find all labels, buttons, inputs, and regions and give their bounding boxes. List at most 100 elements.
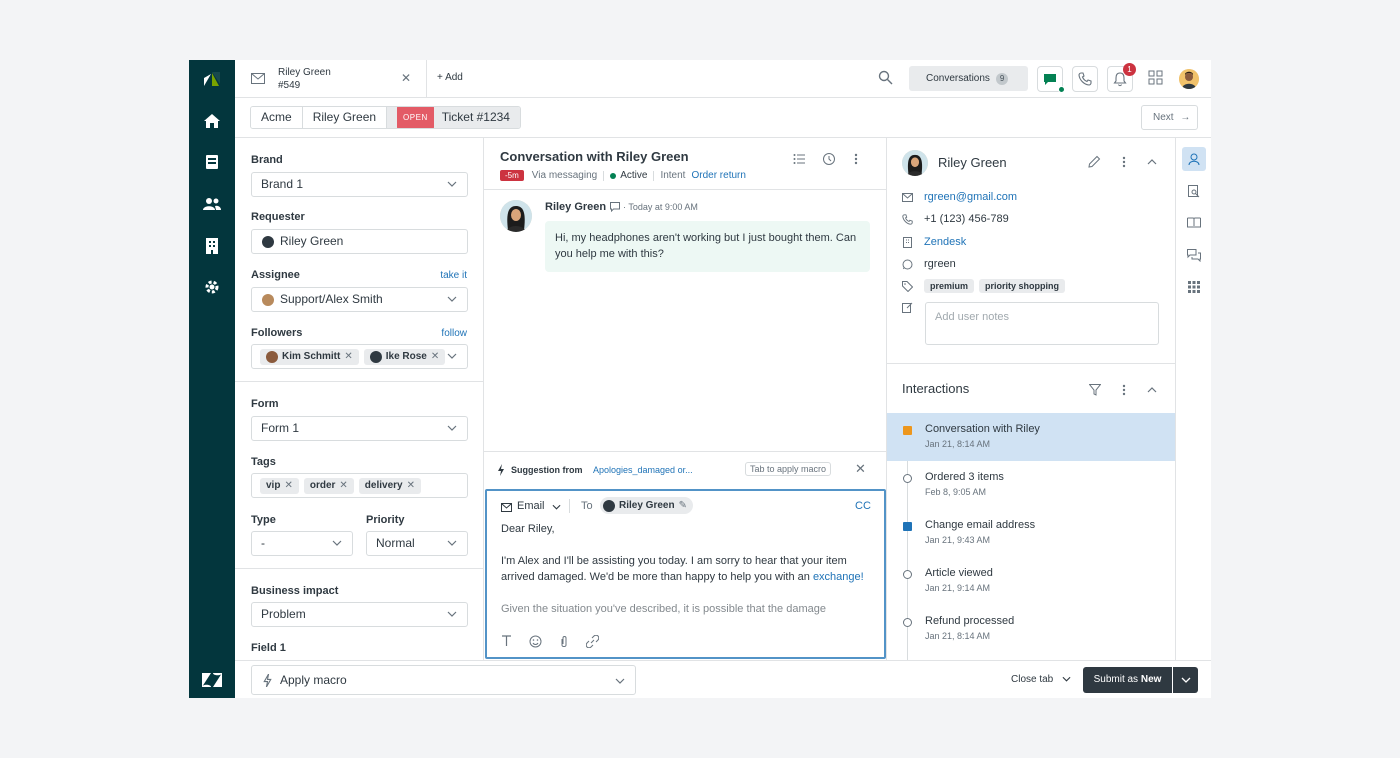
tag-chip[interactable]: order ✕ bbox=[303, 477, 354, 494]
customer-context-button[interactable] bbox=[1182, 147, 1206, 171]
chevron-down-icon bbox=[447, 181, 457, 187]
settings-gear-icon[interactable] bbox=[200, 275, 224, 299]
chevron-up-icon[interactable] bbox=[1147, 387, 1157, 393]
remove-icon[interactable]: ✕ bbox=[431, 345, 439, 368]
interaction-item[interactable]: Refund processed Jan 21, 8:14 AM bbox=[887, 605, 1175, 653]
customer-whatsapp: rgreen bbox=[924, 258, 956, 270]
next-ticket-button[interactable]: Next → bbox=[1141, 105, 1198, 130]
user-notes-input[interactable]: Add user notes bbox=[925, 302, 1159, 345]
type-select[interactable]: - bbox=[251, 531, 353, 556]
recipient-chip[interactable]: Riley Green ✎ bbox=[600, 497, 693, 514]
channel-select[interactable]: Email bbox=[517, 500, 545, 512]
submit-status: New bbox=[1140, 674, 1162, 685]
zendesk-logo-icon[interactable] bbox=[201, 69, 223, 89]
emoji-icon[interactable] bbox=[529, 635, 542, 648]
more-options-icon[interactable] bbox=[1122, 156, 1126, 168]
attachment-icon[interactable] bbox=[559, 635, 569, 648]
conversations-count-badge: 9 bbox=[995, 73, 1009, 85]
reply-composer[interactable]: Email To Riley Green ✎ CC Dear Riley, I'… bbox=[485, 489, 886, 659]
chevron-down-icon[interactable] bbox=[552, 504, 561, 510]
tag-chip[interactable]: vip ✕ bbox=[260, 477, 299, 494]
requester-value: Riley Green bbox=[280, 234, 344, 248]
text-format-icon[interactable] bbox=[501, 635, 512, 647]
history-icon[interactable] bbox=[822, 152, 836, 166]
brand-select[interactable]: Brand 1 bbox=[251, 172, 468, 197]
notes-icon bbox=[902, 302, 913, 313]
breadcrumb-requester[interactable]: Riley Green bbox=[302, 107, 388, 128]
chevron-up-icon[interactable] bbox=[1147, 159, 1157, 165]
suggestion-label: Suggestion from bbox=[511, 465, 583, 475]
side-conversations-button[interactable] bbox=[1182, 243, 1206, 267]
email-icon bbox=[251, 73, 265, 84]
filter-icon[interactable] bbox=[1089, 384, 1101, 396]
cc-button[interactable]: CC bbox=[855, 500, 871, 512]
knowledge-search-button[interactable] bbox=[1182, 179, 1206, 203]
form-select[interactable]: Form 1 bbox=[251, 416, 468, 441]
more-options-icon[interactable] bbox=[1122, 384, 1126, 396]
tags-field[interactable]: vip ✕ order ✕ delivery ✕ bbox=[251, 473, 468, 498]
conversations-button[interactable]: Conversations 9 bbox=[909, 66, 1028, 91]
take-it-link[interactable]: take it bbox=[440, 270, 467, 281]
product-tray-icon[interactable] bbox=[1148, 70, 1163, 85]
chevron-down-icon bbox=[447, 425, 457, 431]
apps-button[interactable] bbox=[1182, 275, 1206, 299]
close-tab-select[interactable]: Close tab bbox=[1011, 674, 1071, 685]
agent-avatar[interactable] bbox=[1179, 69, 1199, 89]
assignee-select[interactable]: Support/Alex Smith bbox=[251, 287, 468, 312]
chevron-down-icon bbox=[615, 678, 625, 684]
interaction-item[interactable]: Change email address Jan 21, 9:43 AM bbox=[887, 509, 1175, 557]
business-impact-select[interactable]: Problem bbox=[251, 602, 468, 627]
submit-button[interactable]: Submit as New bbox=[1083, 667, 1172, 693]
tag-chip[interactable]: delivery ✕ bbox=[358, 477, 421, 494]
event-marker-icon bbox=[903, 474, 912, 483]
remove-icon[interactable]: ✕ bbox=[344, 345, 352, 368]
next-label: Next bbox=[1153, 112, 1174, 123]
edit-pencil-icon[interactable] bbox=[1088, 155, 1101, 168]
home-icon[interactable] bbox=[200, 109, 224, 133]
zendesk-products-icon[interactable] bbox=[200, 668, 224, 692]
knowledge-base-button[interactable] bbox=[1182, 211, 1206, 235]
customer-phone-row: +1 (123) 456-789 bbox=[902, 213, 1009, 225]
phone-button[interactable] bbox=[1072, 66, 1098, 92]
follow-link[interactable]: follow bbox=[441, 328, 467, 339]
link-icon[interactable] bbox=[586, 635, 599, 648]
exchange-link[interactable]: exchange! bbox=[813, 571, 864, 583]
type-label: Type bbox=[251, 514, 276, 526]
edit-pencil-icon[interactable]: ✎ bbox=[679, 500, 687, 511]
remove-icon[interactable]: ✕ bbox=[284, 474, 292, 497]
interaction-item[interactable]: Article viewed Jan 21, 9:14 AM bbox=[887, 557, 1175, 605]
submit-options-button[interactable] bbox=[1173, 667, 1198, 693]
requester-field[interactable]: Riley Green bbox=[251, 229, 468, 254]
apply-macro-select[interactable]: Apply macro bbox=[251, 665, 636, 695]
customer-phone: +1 (123) 456-789 bbox=[924, 213, 1009, 225]
interaction-item[interactable]: Conversation with Riley Jan 21, 8:14 AM bbox=[887, 413, 1175, 461]
customers-icon[interactable] bbox=[200, 192, 224, 216]
dismiss-suggestion-icon[interactable]: ✕ bbox=[855, 461, 866, 477]
list-icon[interactable] bbox=[793, 153, 806, 165]
chevron-down-icon bbox=[447, 353, 457, 359]
remove-icon[interactable]: ✕ bbox=[407, 474, 415, 497]
customer-organization[interactable]: Zendesk bbox=[924, 236, 966, 248]
remove-icon[interactable]: ✕ bbox=[339, 474, 347, 497]
followers-field[interactable]: Kim Schmitt ✕ Ike Rose ✕ bbox=[251, 344, 468, 369]
reply-body[interactable]: Dear Riley, I'm Alex and I'll be assisti… bbox=[501, 521, 876, 617]
priority-select[interactable]: Normal bbox=[366, 531, 468, 556]
intent-value[interactable]: Order return bbox=[691, 170, 745, 181]
follower-chip[interactable]: Ike Rose ✕ bbox=[363, 348, 446, 365]
follower-chip[interactable]: Kim Schmitt ✕ bbox=[260, 348, 359, 365]
requester-avatar bbox=[262, 236, 274, 248]
organizations-icon[interactable] bbox=[200, 234, 224, 258]
customer-email[interactable]: rgreen@gmail.com bbox=[924, 191, 1017, 203]
breadcrumb-org[interactable]: Acme bbox=[251, 107, 303, 128]
ticket-tab[interactable]: Riley Green #549 ✕ bbox=[235, 60, 427, 98]
close-tab-icon[interactable]: ✕ bbox=[401, 71, 411, 85]
views-icon[interactable] bbox=[200, 150, 224, 174]
search-icon[interactable] bbox=[878, 70, 893, 85]
interaction-item[interactable]: Ordered 3 items Feb 8, 9:05 AM bbox=[887, 461, 1175, 509]
lightning-icon bbox=[498, 464, 504, 476]
suggested-macro-link[interactable]: Apologies_damaged or... bbox=[593, 465, 693, 475]
online-status-dot bbox=[1058, 86, 1065, 93]
more-options-icon[interactable] bbox=[854, 153, 858, 165]
add-tab-button[interactable]: + Add bbox=[437, 72, 463, 83]
breadcrumb-ticket[interactable]: OPEN Ticket #1234 bbox=[387, 107, 520, 128]
